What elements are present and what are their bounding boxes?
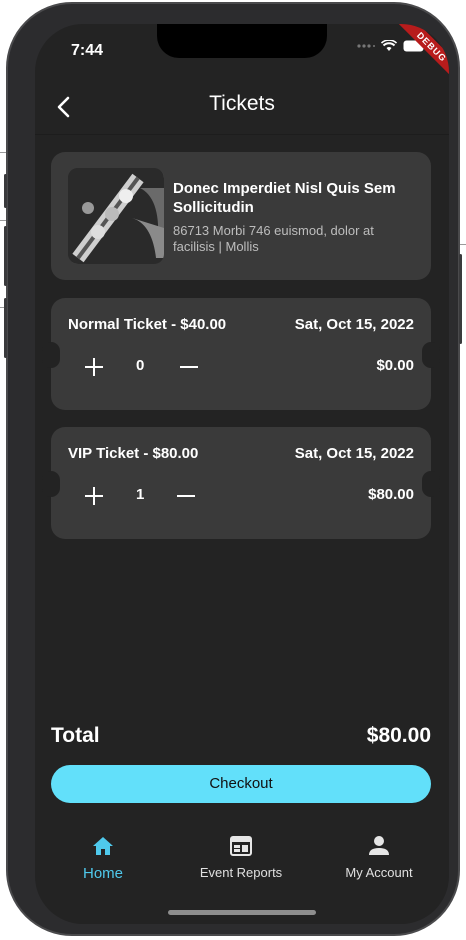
total-label: Total [51, 724, 100, 747]
stray-line [460, 244, 466, 245]
ticket-quantity: 0 [136, 357, 145, 374]
status-time: 7:44 [71, 42, 104, 59]
total-value: $80.00 [366, 724, 431, 747]
increment-button[interactable] [85, 358, 103, 376]
event-image [68, 168, 164, 264]
ticket-notch [42, 342, 60, 368]
side-button [4, 174, 7, 208]
wifi-icon [381, 40, 397, 51]
event-name: Donec Imperdiet Nisl Quis Sem Sollicitud… [173, 180, 396, 216]
ticket-card-normal: Normal Ticket - $40.00 Sat, Oct 15, 2022… [42, 298, 440, 410]
decrement-button[interactable] [177, 487, 195, 505]
home-indicator [168, 910, 316, 915]
event-location: 86713 Morbi 746 euismod, dolor at facili… [173, 223, 374, 254]
nav-label: Home [82, 865, 123, 882]
ticket-subtotal: $80.00 [368, 486, 414, 503]
side-button [4, 298, 7, 358]
saxophone-image [68, 168, 164, 264]
ticket-notch [422, 342, 440, 368]
app-bar: Tickets [35, 84, 449, 134]
nav-my-account[interactable]: My Account [319, 836, 439, 880]
increment-button[interactable] [85, 487, 103, 505]
ticket-date: Sat, Oct 15, 2022 [294, 316, 414, 333]
nav-label: Event Reports [199, 865, 283, 880]
ticket-notch [42, 471, 60, 497]
debug-banner: DEBUG [394, 24, 449, 86]
ticket-date: Sat, Oct 15, 2022 [294, 445, 414, 462]
phone-frame: 7:44 DEBUG Tickets Donec Imperdiet Nisl … [4, 2, 462, 936]
ticket-label: Normal Ticket - $40.00 [68, 316, 227, 333]
side-button [459, 254, 462, 344]
ticket-quantity: 1 [136, 486, 145, 503]
nav-home[interactable]: Home [43, 836, 163, 882]
ticket-notch [422, 471, 440, 497]
ticket-subtotal: $0.00 [376, 357, 414, 374]
event-card[interactable]: Donec Imperdiet Nisl Quis Sem Sollicitud… [51, 152, 431, 280]
side-button [4, 226, 7, 286]
signal-icon [357, 44, 375, 48]
home-icon [93, 837, 113, 855]
ticket-card-vip: VIP Ticket - $80.00 Sat, Oct 15, 2022 1 … [42, 427, 440, 539]
screen: 7:44 DEBUG Tickets Donec Imperdiet Nisl … [35, 24, 449, 924]
app-bar-divider [35, 134, 449, 135]
calendar-report-icon [230, 836, 252, 856]
decrement-button[interactable] [180, 358, 198, 376]
person-icon [369, 836, 389, 855]
checkout-button[interactable]: Checkout [51, 765, 431, 803]
ticket-label: VIP Ticket - $80.00 [68, 445, 199, 462]
nav-event-reports[interactable]: Event Reports [181, 836, 301, 880]
page-title: Tickets [209, 92, 275, 115]
notch [157, 24, 327, 58]
nav-label: My Account [345, 865, 413, 880]
